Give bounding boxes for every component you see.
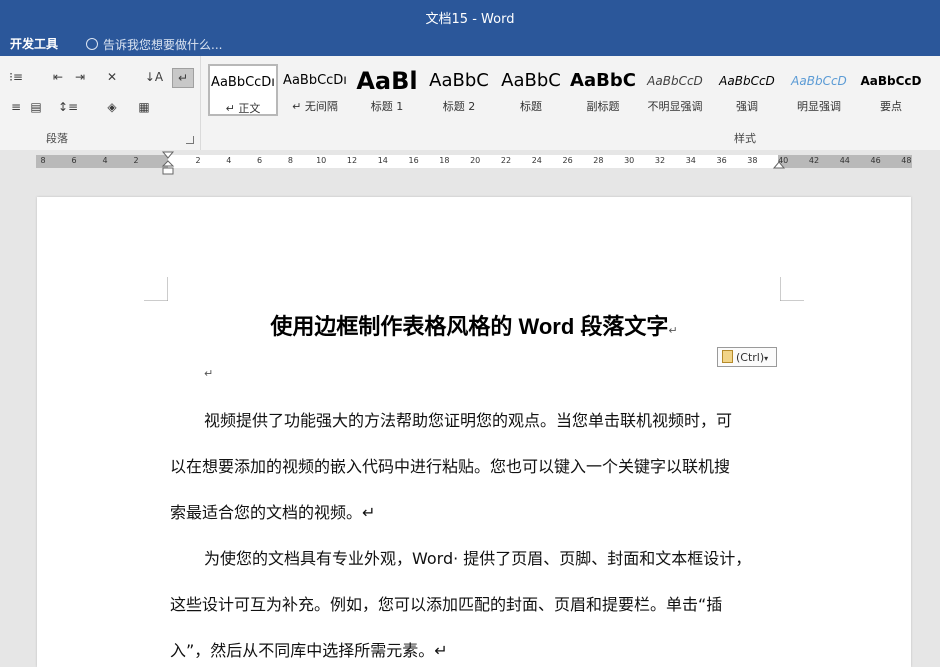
ruler-number: 8 (287, 156, 293, 165)
paragraph-group-label: 段落 (46, 132, 68, 145)
ruler-number: 6 (71, 156, 77, 165)
line-spacing-icon[interactable]: ↕≡ (58, 98, 78, 116)
style-name: 标题 2 (442, 100, 476, 113)
margin-corner-tr (780, 277, 804, 301)
style-preview: AaBbCcD (791, 74, 847, 88)
title-bar: 文档15 - Word (0, 0, 940, 32)
style-preview: AaBl (356, 67, 418, 95)
document-title[interactable]: 使用边框制作表格风格的 Word 段落文字↵ (37, 309, 911, 341)
ruler-number: 40 (778, 156, 789, 165)
style-item-5[interactable]: AaBbC 副标题 (568, 64, 638, 116)
style-preview: AaBbCcDı (283, 73, 347, 88)
distributed-align-icon[interactable]: ≡ (6, 98, 26, 116)
style-preview: AaBbC (570, 70, 636, 91)
empty-paragraph-mark: ↵ (204, 367, 214, 380)
style-name: ↵ 正文 (225, 102, 261, 115)
style-item-0[interactable]: AaBbCcDı ↵ 正文 (208, 64, 278, 116)
chevron-down-icon: ▾ (764, 354, 769, 363)
ruler-number: 26 (562, 156, 573, 165)
horizontal-ruler[interactable]: 8 6 4 2 2 4 6 8 10 12 14 16 18 20 22 24 26 28 30 32 34 36 38 40… (0, 150, 940, 176)
style-name: 强调 (736, 100, 758, 113)
ruler-number: 18 (439, 156, 450, 165)
decrease-indent-icon[interactable]: ⇤ (48, 68, 68, 86)
style-item-4[interactable]: AaBbC 标题 (496, 64, 566, 116)
style-name: 不明显强调 (647, 100, 703, 113)
paste-options-button[interactable]: (Ctrl)▾ (717, 347, 777, 367)
ruler-number: 48 (901, 156, 912, 165)
body-line-2[interactable]: 以在想要添加的视频的嵌入代码中进行粘贴。您也可以键入一个关键字以联机搜 (170, 453, 730, 477)
ruler-number: 4 (102, 156, 108, 165)
justify-icon[interactable]: ▤ (26, 98, 46, 116)
style-item-7[interactable]: AaBbCcD 强调 (712, 64, 782, 116)
ruler-number: 2 (195, 156, 201, 165)
tell-me-text: 告诉我您想要做什么... (103, 38, 223, 52)
ruler-number: 36 (716, 156, 727, 165)
style-item-8[interactable]: AaBbCcD 明显强调 (784, 64, 854, 116)
body-line-1[interactable]: 视频提供了功能强大的方法帮助您证明您的观点。当您单击联机视频时，可 (204, 407, 732, 431)
ribbon: ⁝≡ ⇤ ⇥ ✕ ↓A ↵ ≡ ▤ ↕≡ ◈ ▦ 段落 AaBbCcDı ↵ 正文… (0, 56, 940, 151)
ruler-number: 24 (531, 156, 542, 165)
clipboard-icon (722, 350, 733, 363)
styles-group-label: 样式 (734, 132, 756, 145)
ruler-number: 20 (470, 156, 481, 165)
shading-icon[interactable]: ◈ (102, 98, 122, 116)
body-line-5[interactable]: 这些设计可互为补充。例如，您可以添加匹配的封面、页眉和提要栏。单击“插 (170, 591, 722, 615)
margin-corner-tl (144, 277, 168, 301)
style-name: ↵ 无间隔 (292, 100, 338, 113)
ruler-number: 10 (316, 156, 327, 165)
ruler-number: 46 (870, 156, 881, 165)
tab-developer[interactable]: 开发工具 (10, 35, 58, 52)
ruler-number: 22 (500, 156, 512, 165)
paragraph-launcher-icon[interactable] (186, 136, 194, 144)
body-line-3[interactable]: 索最适合您的文档的视频。↵ (170, 499, 375, 523)
ruler-number: 28 (593, 156, 604, 165)
style-item-2[interactable]: AaBl 标题 1 (352, 64, 422, 116)
style-name: 要点 (880, 100, 902, 113)
multilevel-list-icon[interactable]: ⁝≡ (6, 68, 26, 86)
ruler-number: 12 (346, 156, 358, 165)
ruler-number: 38 (747, 156, 758, 165)
style-preview: AaBbC (501, 70, 561, 91)
ruler-number: 2 (133, 156, 139, 165)
ribbon-tab-bar: 开发工具 告诉我您想要做什么... (0, 32, 940, 56)
body-line-4[interactable]: 为使您的文档具有专业外观，Word· 提供了页眉、页脚、封面和文本框设计， (204, 545, 751, 569)
style-preview: AaBbC (429, 70, 489, 91)
style-preview: AaBbCcDı (211, 75, 275, 90)
lightbulb-icon (86, 38, 98, 50)
style-name: 标题 (520, 100, 542, 113)
show-paragraph-marks-icon[interactable]: ↵ (172, 68, 194, 88)
ruler-number: 16 (408, 156, 419, 165)
ruler-number: 8 (40, 156, 46, 165)
indent-marker-icon[interactable] (161, 150, 175, 176)
document-page[interactable]: 使用边框制作表格风格的 Word 段落文字↵ (Ctrl)▾ ↵ 视频提供了功能… (37, 197, 911, 667)
ruler-number: 4 (226, 156, 232, 165)
style-item-3[interactable]: AaBbC 标题 2 (424, 64, 494, 116)
chinese-layout-icon[interactable]: ✕ (102, 68, 122, 86)
style-item-6[interactable]: AaBbCcD 不明显强调 (640, 64, 710, 116)
style-name: 明显强调 (797, 100, 841, 113)
style-preview: AaBbCcD (647, 74, 703, 88)
ruler-number: 32 (654, 156, 666, 165)
style-item-9[interactable]: AaBbCcD 要点 (856, 64, 926, 116)
styles-gallery: AaBbCcDı ↵ 正文 AaBbCcDı ↵ 无间隔 AaBl 标题 1 AaBbC 标题… (206, 64, 940, 124)
ruler-number: 44 (839, 156, 850, 165)
ruler-number: 30 (624, 156, 635, 165)
style-name: 标题 1 (370, 100, 404, 113)
ruler-number: 6 (257, 156, 263, 165)
window-title: 文档15 - Word (425, 12, 515, 27)
style-preview: AaBbCcD (860, 74, 922, 88)
ruler-number: 34 (685, 156, 696, 165)
ruler-number: 42 (808, 156, 820, 165)
paragraph-group: ⁝≡ ⇤ ⇥ ✕ ↓A ↵ ≡ ▤ ↕≡ ◈ ▦ 段落 (0, 56, 201, 150)
body-line-6[interactable]: 入”，然后从不同库中选择所需元素。↵ (170, 637, 448, 661)
style-preview: AaBbCcD (719, 74, 775, 88)
sort-icon[interactable]: ↓A (144, 68, 164, 86)
borders-icon[interactable]: ▦ (134, 98, 154, 116)
style-item-1[interactable]: AaBbCcDı ↵ 无间隔 (280, 64, 350, 116)
style-name: 副标题 (586, 100, 620, 113)
ruler-number: 14 (377, 156, 388, 165)
increase-indent-icon[interactable]: ⇥ (70, 68, 90, 86)
tell-me-box[interactable]: 告诉我您想要做什么... (86, 36, 222, 53)
